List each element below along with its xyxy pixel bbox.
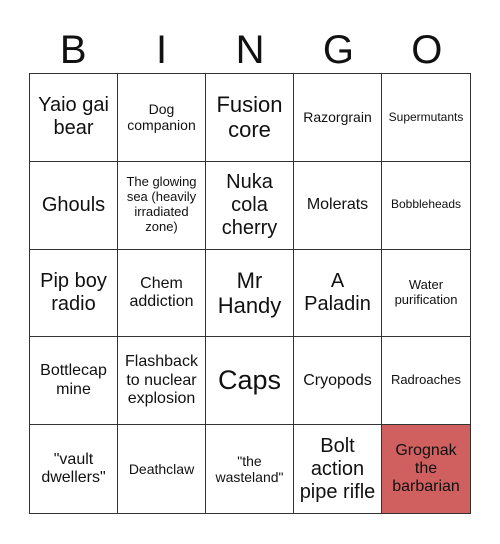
- header-letter-n: N: [235, 28, 265, 72]
- bingo-cell[interactable]: Water purification: [382, 250, 470, 338]
- bingo-cell[interactable]: Bolt action pipe rifle: [294, 425, 382, 513]
- bingo-cell[interactable]: Pip boy radio: [30, 249, 118, 338]
- header-letter-b: B: [59, 28, 87, 72]
- bingo-cell[interactable]: Deathclaw: [118, 425, 206, 513]
- bingo-cell[interactable]: "vault dwellers": [30, 425, 118, 513]
- bingo-cell[interactable]: Nuka cola cherry: [206, 161, 294, 250]
- bingo-cell[interactable]: A Paladin: [294, 249, 382, 338]
- header-letter-g: G: [322, 28, 354, 72]
- bingo-header: B I N G O: [29, 28, 471, 72]
- bingo-cell[interactable]: Bottlecap mine: [30, 337, 118, 426]
- bingo-cell[interactable]: Radroaches: [382, 337, 470, 426]
- bingo-cell[interactable]: Cryopods: [294, 337, 382, 426]
- bingo-cell[interactable]: Bobbleheads: [382, 162, 470, 250]
- bingo-cell[interactable]: Yaio gai bear: [30, 74, 118, 162]
- bingo-cell[interactable]: The glowing sea (heavily irradiated zone…: [118, 161, 206, 250]
- bingo-cell[interactable]: Razorgrain: [294, 74, 382, 162]
- bingo-cell[interactable]: Chem addiction: [118, 249, 206, 338]
- bingo-cell[interactable]: Supermutants: [382, 74, 470, 162]
- bingo-cell[interactable]: "the wasteland": [206, 425, 294, 513]
- bingo-cell[interactable]: Dog companion: [118, 74, 206, 162]
- header-letter-i: I: [156, 28, 168, 72]
- bingo-grid: Yaio gai bear Dog companion Fusion core …: [29, 73, 471, 514]
- bingo-cell-marked[interactable]: Grognak the barbarian: [382, 425, 470, 513]
- bingo-cell[interactable]: Fusion core: [206, 74, 294, 162]
- bingo-cell[interactable]: Mr Handy: [206, 249, 294, 338]
- bingo-cell[interactable]: Flashback to nuclear explosion: [118, 337, 206, 426]
- header-letter-o: O: [411, 28, 443, 72]
- bingo-cell[interactable]: Ghouls: [30, 161, 118, 250]
- bingo-cell[interactable]: Caps: [206, 337, 294, 426]
- bingo-cell[interactable]: Molerats: [294, 161, 382, 250]
